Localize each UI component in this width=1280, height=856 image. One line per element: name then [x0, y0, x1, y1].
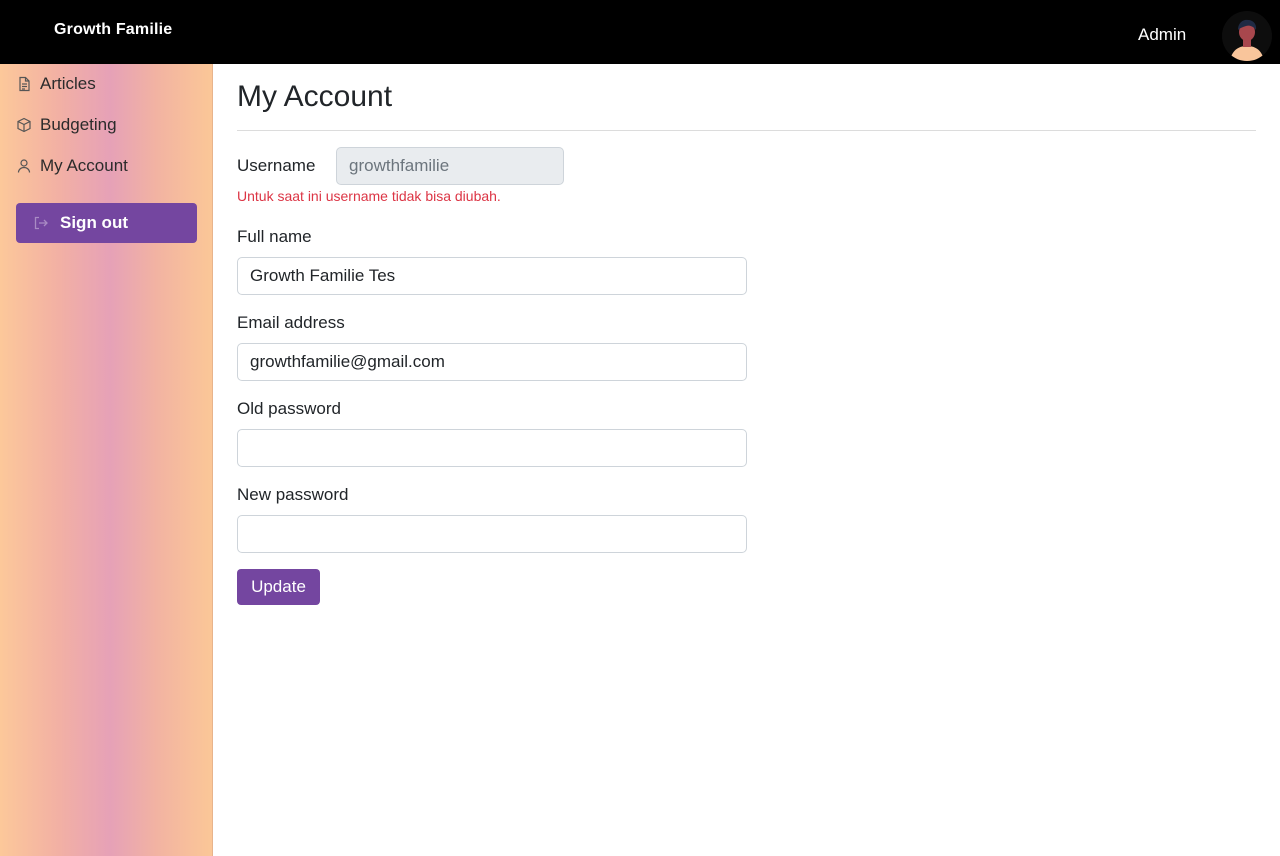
sidebar-item-label: My Account — [40, 156, 128, 175]
sidebar-item-budgeting[interactable]: Budgeting — [16, 112, 117, 138]
top-navbar: Growth Familie Admin — [0, 0, 1280, 64]
user-name[interactable]: Admin — [1138, 25, 1186, 45]
title-divider — [237, 130, 1256, 131]
old-password-label: Old password — [237, 399, 341, 418]
username-field — [336, 147, 564, 185]
sidebar-item-my-account[interactable]: My Account — [16, 153, 128, 179]
full-name-field[interactable] — [237, 257, 747, 295]
page-title: My Account — [237, 80, 393, 113]
sidebar-item-label: Articles — [40, 74, 96, 93]
logout-icon — [33, 215, 49, 231]
sidebar: Articles Budgeting My Account Sign out — [0, 64, 213, 856]
update-button[interactable]: Update — [237, 569, 320, 605]
sign-out-button[interactable]: Sign out — [16, 203, 197, 243]
email-field[interactable] — [237, 343, 747, 381]
old-password-field[interactable] — [237, 429, 747, 467]
document-icon — [16, 76, 32, 92]
username-help-text: Untuk saat ini username tidak bisa diuba… — [237, 188, 501, 204]
sidebar-item-label: Budgeting — [40, 115, 117, 134]
new-password-field[interactable] — [237, 515, 747, 553]
new-password-label: New password — [237, 485, 349, 504]
full-name-label: Full name — [237, 227, 312, 246]
username-label: Username — [237, 156, 316, 175]
box-icon — [16, 117, 32, 133]
person-icon — [16, 158, 32, 174]
brand-name[interactable]: Growth Familie — [54, 21, 172, 39]
user-avatar-icon[interactable] — [1222, 11, 1272, 61]
sidebar-item-articles[interactable]: Articles — [16, 71, 96, 97]
email-label: Email address — [237, 313, 345, 332]
sign-out-label: Sign out — [60, 213, 128, 232]
